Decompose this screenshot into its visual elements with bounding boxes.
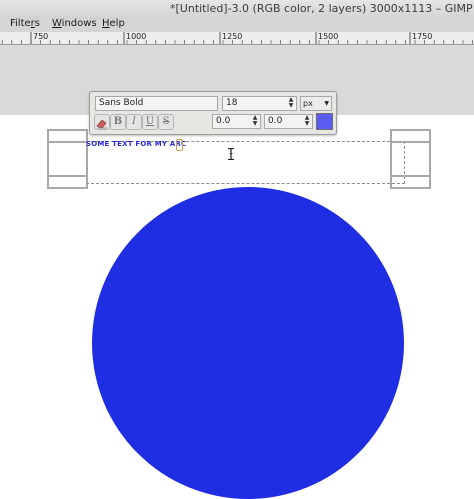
text-style-toolbar: Sans Bold 18 ▲ ▼ px ▼ B I U S 0.0 ▲ ▼ 0.0 … [89,91,337,135]
ruler-label: 1000 [126,32,147,41]
window-title: *[Untitled]-3.0 (RGB color, 2 layers) 30… [170,2,473,15]
font-field-value: Sans Bold [99,98,144,108]
baseline-value: 0.0 [216,116,231,126]
bold-button[interactable]: B [110,114,126,130]
resize-handle-bottom-left[interactable] [47,175,88,189]
resize-handle-right[interactable] [390,139,431,175]
ruler-label: 1750 [412,32,433,41]
menu-help[interactable]: Help [102,18,125,29]
text-layer-content[interactable]: SOME TEXT FOR MY ARC [86,140,186,148]
ruler-label: 1250 [222,32,243,41]
italic-button[interactable]: I [126,114,142,130]
font-field[interactable]: Sans Bold [95,96,218,111]
menubar: Filters Windows Help [0,18,474,32]
strikethrough-icon: S [162,116,170,127]
italic-icon: I [132,116,136,127]
ruler-label: 750 [33,32,49,41]
strikethrough-button[interactable]: S [158,114,174,130]
resize-handle-left[interactable] [47,139,88,175]
menu-filters[interactable]: Filters [10,18,40,29]
spin-arrows-icon[interactable]: ▲ ▼ [303,115,311,128]
spin-arrows-icon[interactable]: ▲ ▼ [251,115,259,128]
text-cursor-icon [176,139,183,151]
font-size-field[interactable]: 18 ▲ ▼ [222,96,297,111]
ruler-label: 1500 [318,32,339,41]
spin-arrows-icon[interactable]: ▲ ▼ [287,97,295,110]
bold-icon: B [113,116,123,127]
resize-handle-bottom-right[interactable] [390,175,431,189]
window-titlebar: *[Untitled]-3.0 (RGB color, 2 layers) 30… [0,0,474,19]
kerning-field[interactable]: 0.0 ▲ ▼ [264,114,313,129]
underline-button[interactable]: U [142,114,158,130]
ibeam-cursor-icon [228,148,234,160]
unit-select-value: px [303,99,313,108]
chevron-down-icon: ▼ [324,100,329,107]
baseline-field[interactable]: 0.0 ▲ ▼ [212,114,261,129]
blue-circle [92,187,404,499]
clear-style-button[interactable] [94,114,110,130]
horizontal-ruler[interactable]: 750 1000 1250 1500 1750 [0,32,474,45]
text-color-swatch[interactable] [316,113,333,130]
underline-icon: U [145,116,155,127]
kerning-value: 0.0 [268,116,283,126]
unit-select[interactable]: px ▼ [300,96,332,111]
font-size-value: 18 [226,98,238,108]
eraser-icon [96,119,107,129]
menu-windows[interactable]: Windows [52,18,97,29]
